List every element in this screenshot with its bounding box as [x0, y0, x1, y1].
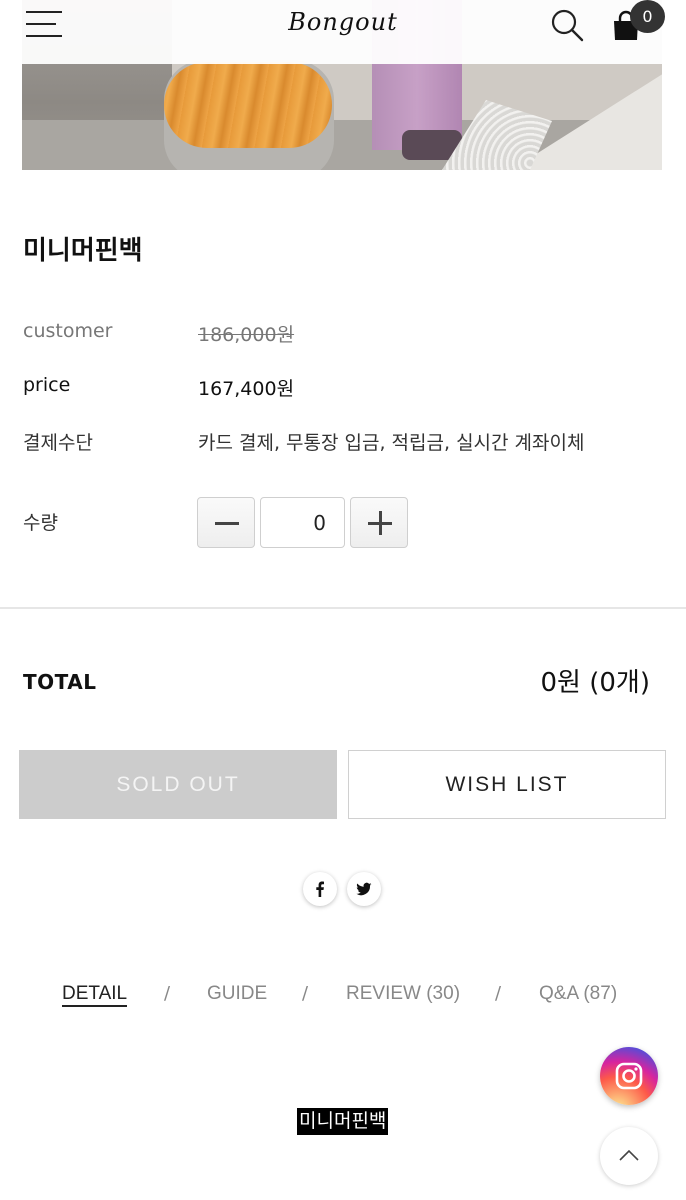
sold-out-button[interactable]: SOLD OUT	[19, 750, 337, 819]
search-icon[interactable]	[550, 8, 584, 42]
quantity-decrease-button[interactable]	[197, 497, 255, 548]
customer-price-row: customer 186,000원	[23, 320, 663, 350]
total-label: TOTAL	[23, 670, 97, 694]
wish-list-button[interactable]: WISH LIST	[348, 750, 666, 819]
tab-review[interactable]: REVIEW (30)	[346, 983, 460, 1005]
payment-methods-row: 결제수단 카드 결제, 무통장 입금, 적립금, 실시간 계좌이체	[23, 428, 663, 458]
payment-methods-value: 카드 결제, 무통장 입금, 적립금, 실시간 계좌이체	[198, 432, 585, 454]
cart-count-badge: 0	[630, 0, 665, 33]
tab-guide[interactable]: GUIDE	[207, 983, 267, 1005]
quantity-increase-button[interactable]	[350, 497, 408, 548]
sale-price-row: price 167,400원	[23, 374, 663, 404]
quantity-input[interactable]	[260, 497, 345, 548]
menu-icon[interactable]	[26, 11, 62, 39]
tab-separator: /	[302, 983, 309, 1004]
top-navigation-bar: Bongout 0	[0, 0, 686, 64]
facebook-icon[interactable]	[303, 872, 337, 906]
tab-qna[interactable]: Q&A (87)	[539, 983, 617, 1005]
total-value: 0원 (0개)	[540, 668, 650, 698]
sale-price-value: 167,400원	[198, 378, 295, 400]
chevron-up-icon[interactable]	[600, 1127, 658, 1185]
sale-price-label: price	[23, 374, 71, 396]
tab-detail[interactable]: DETAIL	[62, 983, 128, 1007]
instagram-icon[interactable]	[600, 1047, 658, 1105]
customer-price-value: 186,000원	[198, 324, 295, 346]
divider	[0, 607, 686, 609]
tab-separator: /	[495, 983, 502, 1004]
brand-logo-text: Bongout	[288, 8, 398, 36]
product-title: 미니머핀백	[23, 236, 143, 266]
customer-price-label: customer	[23, 320, 113, 342]
tab-separator: /	[164, 983, 171, 1004]
quantity-label: 수량	[23, 512, 58, 534]
brand-logo[interactable]: Bongout	[268, 4, 418, 46]
twitter-icon[interactable]	[347, 872, 381, 906]
payment-methods-label: 결제수단	[23, 432, 93, 454]
detail-caption: 미니머핀백	[297, 1108, 389, 1135]
